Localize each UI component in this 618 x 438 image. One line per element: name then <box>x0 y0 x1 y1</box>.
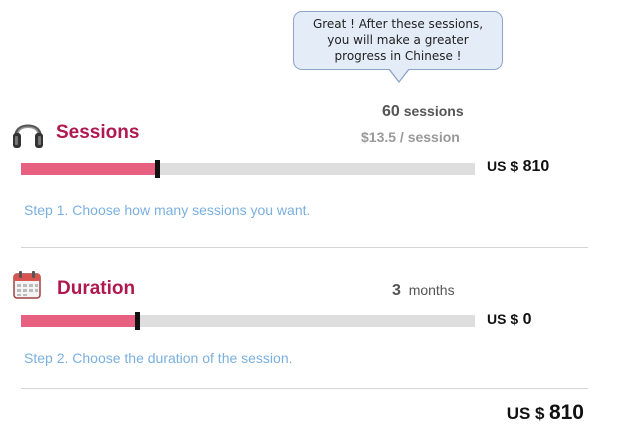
sessions-slider-fill <box>21 163 157 175</box>
divider <box>21 388 588 389</box>
sessions-price-amount: 810 <box>522 158 550 175</box>
sessions-slider-handle[interactable] <box>155 160 160 178</box>
duration-slider[interactable] <box>21 312 475 330</box>
total-currency: US $ <box>506 404 545 423</box>
headphones-icon <box>13 124 43 148</box>
duration-slider-fill <box>21 315 137 327</box>
tip-bubble-tail-inner <box>389 68 409 81</box>
tip-line: Great ! After these sessions, <box>312 17 484 31</box>
calendar-icon <box>13 271 41 299</box>
divider <box>21 247 588 248</box>
sessions-price: US $ 810 <box>487 158 549 176</box>
duration-price-currency: US $ <box>487 311 519 327</box>
sessions-step-hint: Step 1. Choose how many sessions you wan… <box>24 202 311 218</box>
sessions-price-currency: US $ <box>487 158 519 174</box>
sessions-count-unit: sessions <box>403 103 464 119</box>
sessions-slider[interactable] <box>21 160 475 178</box>
duration-price-amount: 0 <box>522 311 532 328</box>
duration-count: 3 months <box>392 282 455 300</box>
tip-line: progress in Chinese ! <box>334 49 462 63</box>
sessions-count: 60 sessions <box>382 103 464 121</box>
total-amount: 810 <box>548 401 584 424</box>
total-price: US $ 810 <box>507 401 584 425</box>
duration-price: US $ 0 <box>487 311 531 329</box>
sessions-title: Sessions <box>56 122 140 143</box>
sessions-count-value: 60 <box>382 103 400 120</box>
session-rate: $13.5 / session <box>361 129 460 145</box>
tip-bubble: Great ! After these sessions, you will m… <box>293 11 503 70</box>
duration-title: Duration <box>57 278 136 299</box>
duration-step-hint: Step 2. Choose the duration of the sessi… <box>24 350 293 366</box>
duration-count-unit: months <box>408 282 455 298</box>
tip-line: you will make a greater <box>327 33 469 47</box>
duration-count-value: 3 <box>392 282 401 299</box>
duration-slider-handle[interactable] <box>135 312 140 330</box>
